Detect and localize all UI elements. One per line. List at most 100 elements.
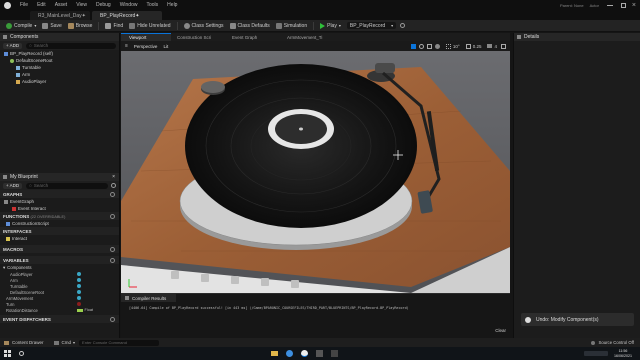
graphs-section-label: GRAPHS xyxy=(3,191,23,197)
menu-window[interactable]: Window xyxy=(120,2,138,8)
construction-script-item[interactable]: ConstructionScript xyxy=(0,220,119,227)
perspective-button[interactable]: Perspective xyxy=(134,44,158,49)
add-dispatcher-icon[interactable] xyxy=(110,316,115,322)
menu-asset[interactable]: Asset xyxy=(55,2,68,8)
gear-icon[interactable] xyxy=(111,183,116,188)
unreal-logo-icon[interactable] xyxy=(4,1,11,9)
camera-speed-value[interactable]: 4 xyxy=(494,44,497,49)
event-graph-item[interactable]: EventGraph xyxy=(0,198,119,205)
source-control-status[interactable]: Source Control Off xyxy=(591,340,634,345)
grid-snap-icon[interactable] xyxy=(445,43,451,49)
chevron-down-icon: ▾ xyxy=(391,23,394,28)
component-self[interactable]: BP_PlayRecord (self) xyxy=(0,50,119,57)
taskbar-browser-icon[interactable] xyxy=(285,350,293,357)
menu-debug[interactable]: Debug xyxy=(96,2,111,8)
components-toolbar: + ADD ○ Search xyxy=(0,41,119,50)
world-local-icon[interactable] xyxy=(434,43,440,49)
interfaces-section[interactable]: INTERFACES xyxy=(0,227,119,235)
taskbar-app-icon[interactable] xyxy=(315,350,323,357)
tab-arm-movement[interactable]: ArmMovement_Ti xyxy=(281,33,341,41)
compile-button[interactable]: Compile ▾ xyxy=(6,22,36,29)
taskbar-unreal-icon[interactable] xyxy=(300,350,308,357)
interact-interface-item[interactable]: Interact xyxy=(0,235,119,242)
add-graph-icon[interactable] xyxy=(110,191,115,197)
viewport-menu-icon[interactable]: ≡ xyxy=(125,43,128,49)
scale-snap-icon[interactable] xyxy=(465,43,471,49)
event-dispatchers-section[interactable]: EVENT DISPATCHERS xyxy=(0,315,119,323)
components-search-input[interactable]: ○ Search xyxy=(26,42,116,49)
grid-snap-value[interactable]: 10° xyxy=(453,44,460,49)
user-badge[interactable]: Actor xyxy=(590,3,599,8)
debug-object-dropdown[interactable]: BP_PlayRecord ▾ xyxy=(346,22,397,29)
compiler-results-tab[interactable]: Compiler Results xyxy=(121,294,176,302)
close-panel-icon[interactable]: × xyxy=(112,174,115,180)
tab-construction-script[interactable]: Construction Scri xyxy=(171,33,226,41)
component-type-icon xyxy=(77,272,81,276)
taskbar-search-icon[interactable] xyxy=(19,351,24,356)
search-icon: ○ xyxy=(29,183,32,188)
variable-item[interactable]: RotationDistance Float xyxy=(0,307,119,313)
event-dispatchers-label: EVENT DISPATCHERS xyxy=(3,316,51,322)
transform-scale-icon[interactable] xyxy=(426,43,432,49)
minimize-icon[interactable] xyxy=(606,4,613,6)
taskbar-app-icon[interactable] xyxy=(330,350,338,357)
variables-section[interactable]: VARIABLES xyxy=(0,256,119,264)
function-icon xyxy=(6,221,10,226)
menu-tools[interactable]: Tools xyxy=(146,2,158,8)
component-arm[interactable]: Arm xyxy=(0,71,119,78)
tab-event-graph[interactable]: Event Graph xyxy=(226,33,281,41)
scale-snap-value[interactable]: 0.25 xyxy=(473,44,482,49)
compiler-icon xyxy=(125,296,129,300)
camera-speed-icon[interactable] xyxy=(487,44,493,48)
transform-move-icon[interactable] xyxy=(410,43,416,49)
clear-button[interactable]: Clear xyxy=(495,328,506,333)
browse-label: Browse xyxy=(75,22,93,29)
components-icon xyxy=(3,35,7,39)
add-member-button[interactable]: + ADD xyxy=(3,182,23,189)
hide-unrelated-button[interactable]: Hide Unrelated xyxy=(129,22,171,29)
component-turntable[interactable]: Turntable xyxy=(0,64,119,71)
component-audioplayer[interactable]: AudioPlayer xyxy=(0,78,119,85)
menu-edit[interactable]: Edit xyxy=(37,2,46,8)
find-button[interactable]: Find xyxy=(105,22,123,29)
component-default-scene-root[interactable]: DefaultSceneRoot xyxy=(0,57,119,64)
event-interact-item[interactable]: Event Interact xyxy=(0,205,119,212)
add-component-button[interactable]: + ADD xyxy=(3,42,23,49)
search-object-icon[interactable] xyxy=(400,23,406,28)
browse-button[interactable]: Browse xyxy=(67,22,93,29)
windows-start-icon[interactable] xyxy=(4,350,11,357)
tab-bp-playrecord[interactable]: BP_PlayRecord✦ xyxy=(92,11,162,20)
components-category-label: Components xyxy=(7,265,32,270)
add-variable-icon[interactable] xyxy=(110,257,115,263)
console-command-input[interactable]: Enter Console Command xyxy=(79,339,160,346)
tab-main-level[interactable]: R3_MainLevel_Day✦ xyxy=(30,11,90,20)
maximize-icon[interactable] xyxy=(620,2,626,8)
cmd-dropdown[interactable]: Cmd ▾ xyxy=(53,340,75,345)
add-function-icon[interactable] xyxy=(110,213,115,219)
class-settings-button[interactable]: Class Settings xyxy=(183,22,224,29)
class-defaults-button[interactable]: Class Defaults xyxy=(229,22,270,29)
taskbar-clock[interactable]: 11:56 16/06/2021 xyxy=(614,349,632,357)
maximize-viewport-icon[interactable] xyxy=(501,43,506,49)
graphs-section[interactable]: GRAPHS xyxy=(0,190,119,198)
play-button[interactable]: Play ▾ xyxy=(320,22,341,29)
save-button[interactable]: Save xyxy=(42,22,62,29)
my-blueprint-search-placeholder: Search xyxy=(33,183,49,188)
macros-section[interactable]: MACROS xyxy=(0,245,119,253)
viewport-scene[interactable] xyxy=(121,51,510,293)
view-mode-button[interactable]: Lit xyxy=(163,44,168,49)
my-blueprint-search-input[interactable]: ○ Search xyxy=(26,182,108,189)
tab-viewport[interactable]: Viewport xyxy=(121,33,171,41)
components-category[interactable]: ▾ Components xyxy=(0,264,119,271)
menu-view[interactable]: View xyxy=(76,2,87,8)
close-icon[interactable]: × xyxy=(632,2,636,9)
add-macro-icon[interactable] xyxy=(110,246,115,252)
menu-file[interactable]: File xyxy=(20,2,28,8)
simulation-button[interactable]: Simulation xyxy=(275,22,307,29)
system-tray-icons[interactable] xyxy=(584,351,608,356)
transform-rotate-icon[interactable] xyxy=(418,43,424,49)
content-drawer-button[interactable]: Content Drawer xyxy=(4,340,44,345)
functions-section[interactable]: FUNCTIONS (22 OVERRIDABLE) xyxy=(0,212,119,220)
taskbar-folder-icon[interactable] xyxy=(270,351,278,356)
menu-help[interactable]: Help xyxy=(167,2,177,8)
